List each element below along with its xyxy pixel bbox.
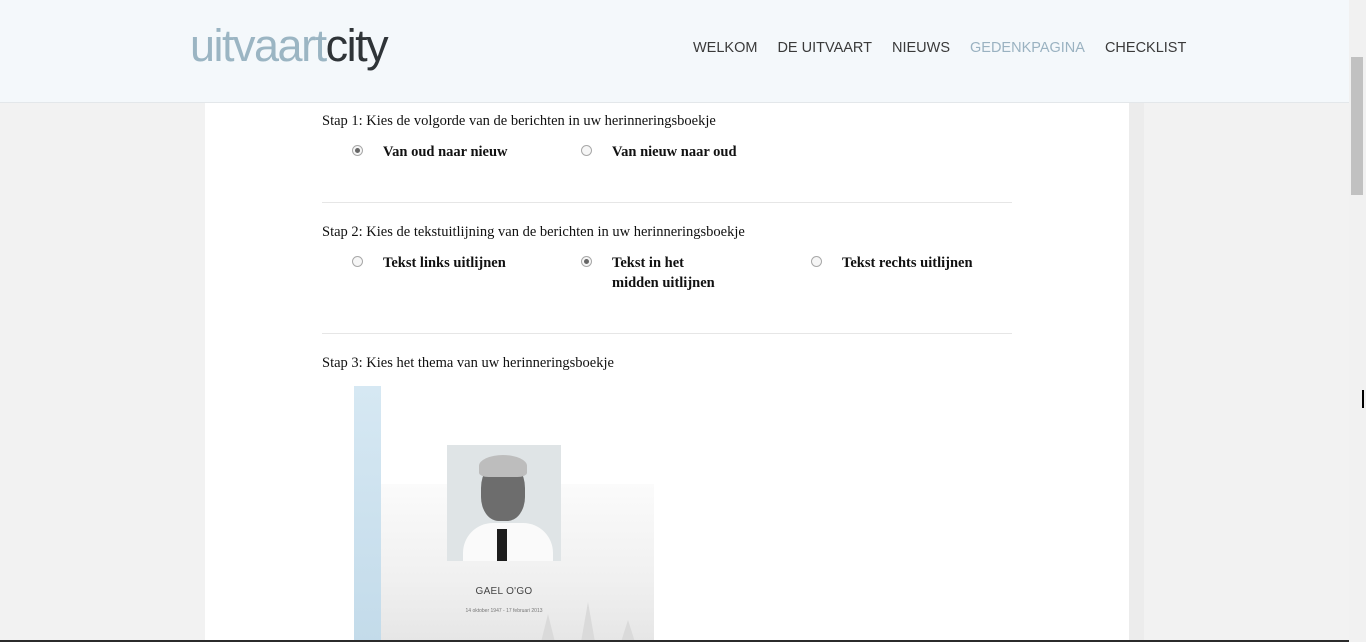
radio-new-to-old[interactable] [581, 145, 592, 156]
sailboat-shape [621, 620, 635, 642]
theme-person-name: GAEL O'GO [475, 586, 533, 597]
align-option-right[interactable]: Tekst rechts uitlijnen [811, 253, 973, 273]
radio-align-center[interactable] [581, 256, 592, 267]
nav-de-uitvaart[interactable]: DE UITVAART [777, 38, 872, 58]
radio-align-left[interactable] [352, 256, 363, 267]
radio-old-to-new[interactable] [352, 145, 363, 156]
option-label: Van oud naar nieuw [383, 144, 508, 160]
order-option-old-new[interactable]: Van oud naar nieuw [352, 142, 508, 162]
portrait-photo [447, 445, 561, 561]
site-header: uitvaartcity WELKOM DE UITVAART NIEUWS G… [0, 0, 1349, 103]
sailboat-shape [541, 614, 555, 642]
order-option-new-old[interactable]: Van nieuw naar oud [581, 142, 737, 162]
main-nav: WELKOM DE UITVAART NIEUWS GEDENKPAGINA C… [693, 38, 1186, 58]
nav-gedenkpagina[interactable]: GEDENKPAGINA [970, 38, 1085, 58]
theme-person-dates: 14 oktober 1947 - 17 februari 2013 [465, 608, 543, 614]
nav-checklist[interactable]: CHECKLIST [1105, 38, 1186, 58]
theme-stripe [354, 386, 381, 642]
align-option-center[interactable]: Tekst in het midden uitlijnen [581, 253, 731, 293]
nav-nieuws[interactable]: NIEUWS [892, 38, 950, 58]
portrait-shirt [463, 523, 553, 561]
vertical-scrollbar[interactable] [1349, 0, 1366, 642]
align-option-left[interactable]: Tekst links uitlijnen [352, 253, 506, 273]
nav-welkom[interactable]: WELKOM [693, 38, 757, 58]
portrait-tie [497, 529, 507, 561]
step2-label: Stap 2: Kies de tekstuitlijning van de b… [322, 224, 745, 240]
site-logo[interactable]: uitvaartcity [190, 18, 389, 74]
step3-label: Stap 3: Kies het thema van uw herinnerin… [322, 355, 614, 371]
theme-preview[interactable]: GAEL O'GO 14 oktober 1947 - 17 februari … [354, 386, 654, 642]
option-label: Tekst in het midden uitlijnen [612, 255, 715, 291]
radio-align-right[interactable] [811, 256, 822, 267]
scrollbar-thumb[interactable] [1351, 57, 1363, 195]
step1-label: Stap 1: Kies de volgorde van de berichte… [322, 113, 716, 129]
option-label: Tekst rechts uitlijnen [842, 255, 973, 271]
logo-text-light: uitvaart [190, 20, 327, 71]
divider [322, 202, 1012, 203]
logo-text-dark: city [325, 20, 389, 71]
option-label: Van nieuw naar oud [612, 144, 737, 160]
text-cursor [1362, 390, 1364, 408]
option-label: Tekst links uitlijnen [383, 255, 506, 271]
divider [322, 333, 1012, 334]
portrait-hair [479, 455, 527, 477]
